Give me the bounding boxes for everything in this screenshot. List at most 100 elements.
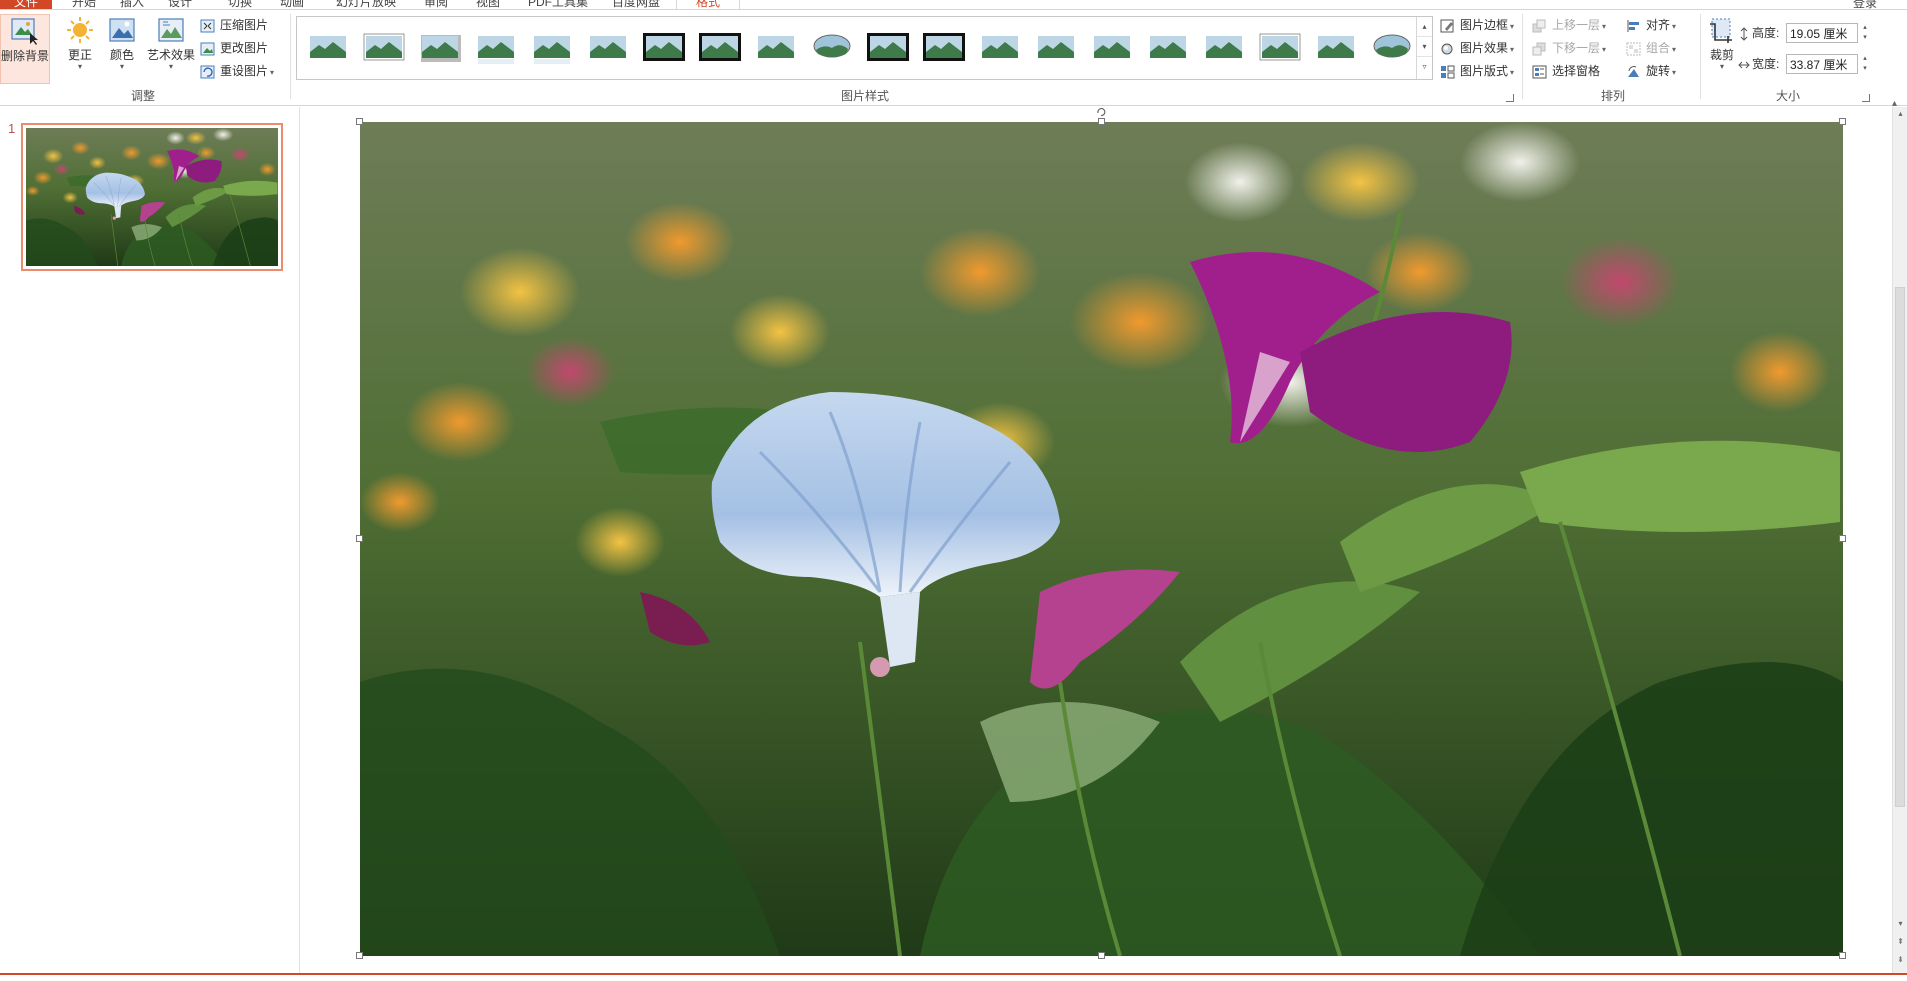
picture-layout-icon bbox=[1440, 64, 1455, 79]
resize-handle-top-right[interactable] bbox=[1839, 118, 1846, 125]
remove-background-label: 删除背景 bbox=[1, 49, 50, 63]
group-separator bbox=[1700, 14, 1701, 99]
picture-style-thumbnail[interactable] bbox=[1257, 30, 1303, 66]
picture-style-thumbnail[interactable] bbox=[1033, 30, 1079, 66]
height-icon bbox=[1738, 26, 1750, 41]
tab-transitions[interactable]: 切换 bbox=[228, 0, 252, 9]
slide-thumbnail[interactable] bbox=[21, 123, 283, 271]
gallery-down-icon[interactable]: ▾ bbox=[1417, 37, 1432, 57]
picture-style-thumbnail[interactable] bbox=[305, 30, 351, 66]
group-size: 裁剪 ▾ 高度: ▴▾ 宽度: ▴▾ 大小 bbox=[1702, 10, 1874, 106]
picture-style-thumbnail[interactable] bbox=[417, 30, 463, 66]
group-objects-button[interactable]: 组合 ▾ bbox=[1624, 37, 1676, 59]
chevron-down-icon: ▾ bbox=[119, 62, 124, 71]
picture-style-thumbnail[interactable] bbox=[529, 30, 575, 66]
align-button[interactable]: 对齐 ▾ bbox=[1624, 14, 1676, 36]
picture-style-thumbnail[interactable] bbox=[809, 30, 855, 66]
crop-button[interactable]: 裁剪 ▾ bbox=[1702, 14, 1742, 84]
gallery-scroll: ▴ ▾ ▿ bbox=[1416, 17, 1432, 79]
group-separator bbox=[290, 14, 291, 99]
remove-background-button[interactable]: 删除背景 bbox=[0, 14, 50, 84]
picture-style-thumbnail[interactable] bbox=[1145, 30, 1191, 66]
color-button[interactable]: 颜色 ▾ bbox=[100, 14, 144, 84]
selection-pane-button[interactable]: 选择窗格 bbox=[1530, 60, 1600, 82]
resize-handle-bottom-left[interactable] bbox=[356, 952, 363, 959]
scrollbar-thumb[interactable] bbox=[1895, 287, 1905, 807]
picture-style-thumbnail[interactable] bbox=[921, 30, 967, 66]
tab-pdf-tools[interactable]: PDF工具集 bbox=[528, 0, 588, 9]
group-arrange: 上移一层 ▾ 下移一层 ▾ 选择窗格 对齐 ▾ 组合 ▾ 旋转 ▾ 排列 bbox=[1524, 10, 1702, 106]
width-input[interactable] bbox=[1786, 54, 1858, 74]
width-spinner[interactable]: ▴ ▾ bbox=[1859, 54, 1871, 74]
width-icon bbox=[1738, 57, 1750, 71]
picture-style-thumbnail[interactable] bbox=[977, 30, 1023, 66]
reset-picture-icon bbox=[200, 64, 215, 79]
morning-glory-picture[interactable] bbox=[360, 122, 1843, 956]
dialog-launcher-icon[interactable] bbox=[1862, 94, 1870, 102]
dialog-launcher-icon[interactable] bbox=[1506, 94, 1514, 102]
picture-layout-button[interactable]: 图片版式 ▾ bbox=[1438, 60, 1514, 82]
resize-handle-bottom-right[interactable] bbox=[1839, 952, 1846, 959]
corrections-button[interactable]: 更正 ▾ bbox=[58, 14, 102, 84]
picture-effects-button[interactable]: 图片效果 ▾ bbox=[1438, 37, 1514, 59]
width-label: 宽度: bbox=[1752, 57, 1780, 71]
picture-style-thumbnail[interactable] bbox=[585, 30, 631, 66]
height-input[interactable] bbox=[1786, 23, 1858, 43]
previous-slide-icon[interactable]: ⇞ bbox=[1893, 935, 1907, 949]
vertical-scrollbar[interactable]: ▴ ▾ ⇞ ⇟ bbox=[1892, 107, 1907, 975]
powerpoint-window: 文件 开始 插入 设计 切换 动画 幻灯片放映 审阅 视图 PDF工具集 百度网… bbox=[0, 0, 1907, 981]
resize-handle-bottom[interactable] bbox=[1098, 952, 1105, 959]
tab-format[interactable]: 格式 bbox=[676, 0, 740, 9]
picture-style-thumbnail[interactable] bbox=[697, 30, 743, 66]
picture-style-thumbnail[interactable] bbox=[1369, 30, 1415, 66]
rotate-icon bbox=[1626, 64, 1641, 78]
group-picture-styles-label: 图片样式 bbox=[840, 89, 889, 103]
picture-style-thumbnail[interactable] bbox=[641, 30, 687, 66]
picture-style-thumbnail[interactable] bbox=[1089, 30, 1135, 66]
resize-handle-left[interactable] bbox=[356, 535, 363, 542]
tab-home[interactable]: 开始 bbox=[72, 0, 96, 9]
chevron-down-icon: ▾ bbox=[77, 62, 82, 71]
bring-forward-button[interactable]: 上移一层 ▾ bbox=[1530, 14, 1606, 36]
chevron-down-icon: ▾ bbox=[1510, 68, 1515, 77]
tab-view[interactable]: 视图 bbox=[476, 0, 500, 9]
rotate-button[interactable]: 旋转 ▾ bbox=[1624, 60, 1676, 82]
resize-handle-top[interactable] bbox=[1098, 118, 1105, 125]
align-label: 对齐 bbox=[1646, 18, 1671, 32]
resize-handle-top-left[interactable] bbox=[356, 118, 363, 125]
tab-baidu-netdisk[interactable]: 百度网盘 bbox=[612, 0, 660, 9]
picture-style-thumbnail[interactable] bbox=[1201, 30, 1247, 66]
tab-animations[interactable]: 动画 bbox=[280, 0, 304, 9]
picture-style-thumbnail[interactable] bbox=[753, 30, 799, 66]
picture-style-thumbnail[interactable] bbox=[473, 30, 519, 66]
reset-picture-button[interactable]: 重设图片 ▾ bbox=[198, 60, 274, 82]
scroll-up-icon[interactable]: ▴ bbox=[1893, 107, 1907, 121]
tab-design[interactable]: 设计 bbox=[168, 0, 192, 9]
send-backward-button[interactable]: 下移一层 ▾ bbox=[1530, 37, 1606, 59]
tab-slideshow[interactable]: 幻灯片放映 bbox=[336, 0, 396, 9]
picture-style-thumbnail[interactable] bbox=[865, 30, 911, 66]
gallery-up-icon[interactable]: ▴ bbox=[1417, 17, 1432, 37]
tab-file[interactable]: 文件 bbox=[0, 0, 52, 9]
tab-insert[interactable]: 插入 bbox=[120, 0, 144, 9]
height-spinner[interactable]: ▴ ▾ bbox=[1859, 23, 1871, 43]
rotate-handle-icon[interactable] bbox=[1096, 106, 1106, 117]
artistic-effects-button[interactable]: 艺术效果 ▾ bbox=[145, 14, 197, 84]
send-backward-icon bbox=[1532, 41, 1547, 56]
resize-handle-right[interactable] bbox=[1839, 535, 1846, 542]
picture-style-thumbnail[interactable] bbox=[361, 30, 407, 66]
tab-review[interactable]: 审阅 bbox=[424, 0, 448, 9]
scroll-down-icon[interactable]: ▾ bbox=[1893, 917, 1907, 931]
chevron-down-icon: ▾ bbox=[1672, 68, 1677, 77]
gallery-more-icon[interactable]: ▿ bbox=[1417, 57, 1432, 77]
group-separator bbox=[1522, 14, 1523, 99]
selected-picture[interactable] bbox=[356, 107, 1846, 959]
compress-pictures-button[interactable]: 压缩图片 bbox=[198, 14, 268, 36]
picture-border-button[interactable]: 图片边框 ▾ bbox=[1438, 14, 1514, 36]
change-picture-button[interactable]: 更改图片 bbox=[198, 37, 268, 59]
compress-pictures-label: 压缩图片 bbox=[220, 18, 269, 32]
next-slide-icon[interactable]: ⇟ bbox=[1893, 953, 1907, 967]
pencil-border-icon bbox=[1440, 18, 1455, 33]
picture-style-thumbnail[interactable] bbox=[1313, 30, 1359, 66]
sign-in-link[interactable]: 登录 bbox=[1853, 0, 1877, 9]
